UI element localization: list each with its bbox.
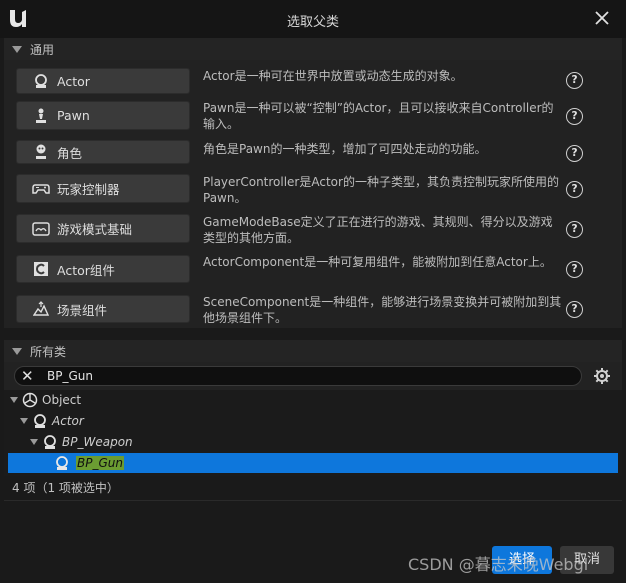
- tree-item-label: Actor: [52, 414, 84, 428]
- actor-icon: [34, 414, 46, 428]
- tree-item-bp-gun[interactable]: BP_Gun: [8, 453, 618, 473]
- footer-divider: [4, 500, 622, 501]
- pawn-class-button[interactable]: Pawn: [16, 101, 190, 130]
- tree-item-label: BP_Gun: [76, 456, 124, 470]
- help-icon[interactable]: ?: [566, 108, 583, 125]
- actor-description: Actor是一种可在世界中放置或动态生成的对象。: [203, 69, 463, 83]
- close-icon[interactable]: [594, 10, 610, 26]
- help-icon[interactable]: ?: [566, 145, 583, 162]
- actor-class-label: Actor: [57, 73, 90, 89]
- common-section-title: 通用: [30, 42, 55, 57]
- expand-arrow-icon[interactable]: [20, 418, 28, 424]
- pawn-description: Pawn是一种可以被“控制”的Actor，且可以接收来自Controller的输…: [203, 101, 554, 131]
- pawn-class-label: Pawn: [57, 108, 90, 123]
- game-mode-base-class-button[interactable]: 游戏模式基础: [16, 214, 190, 243]
- help-icon[interactable]: ?: [566, 181, 583, 198]
- tree-item-label: Object: [42, 393, 82, 407]
- scene-component-class-label: 场景组件: [57, 302, 108, 318]
- actor-component-class-button[interactable]: Actor组件: [16, 255, 190, 283]
- player-controller-description: PlayerController是Actor的一种子类型，其负责控制玩家所使用的…: [203, 175, 559, 205]
- actor-icon: [31, 73, 51, 89]
- character-class-label: 角色: [57, 145, 83, 161]
- object-icon: [22, 392, 38, 408]
- scene-component-icon: [31, 301, 51, 317]
- character-icon: [31, 144, 51, 160]
- watermark-text: CSDN @暮志未晚Webgl: [408, 555, 589, 574]
- expand-arrow-icon[interactable]: [30, 439, 38, 445]
- collapse-arrow-icon[interactable]: [12, 45, 22, 53]
- common-classes-panel: Actor Actor是一种可在世界中放置或动态生成的对象。 ? Pawn Pa…: [4, 60, 622, 328]
- settings-gear-icon[interactable]: [593, 367, 611, 385]
- title-bar: 选取父类: [0, 0, 626, 38]
- tree-item-actor[interactable]: Actor: [20, 411, 84, 431]
- status-text: 4 项（1 项被选中）: [12, 481, 119, 495]
- help-icon[interactable]: ?: [566, 261, 583, 278]
- character-class-button[interactable]: 角色: [16, 140, 190, 164]
- search-row: ✕: [4, 362, 622, 390]
- actor-component-icon: [31, 261, 51, 277]
- dialog-title: 选取父类: [286, 15, 339, 30]
- class-search-box[interactable]: ✕: [14, 366, 582, 386]
- actor-icon: [44, 435, 56, 449]
- all-classes-section-title: 所有类: [30, 344, 67, 359]
- class-search-input[interactable]: [47, 368, 547, 384]
- actor-class-button[interactable]: Actor: [16, 68, 190, 94]
- game-mode-base-class-label: 游戏模式基础: [57, 222, 133, 237]
- help-icon[interactable]: ?: [566, 221, 583, 238]
- class-tree: Object Actor BP_Weapon BP_Gun: [4, 390, 622, 476]
- help-icon[interactable]: ?: [566, 301, 583, 318]
- tree-item-bp-weapon[interactable]: BP_Weapon: [30, 432, 133, 452]
- all-classes-section-header[interactable]: 所有类: [4, 340, 622, 362]
- actor-icon: [56, 456, 68, 470]
- common-section-header[interactable]: 通用: [4, 38, 622, 60]
- scene-component-description: SceneComponent是一种组件，能够进行场景变换并可被附加到其他场景组件…: [203, 295, 562, 325]
- actor-component-description: ActorComponent是一种可复用组件，能被附加到任意Actor上。: [203, 255, 552, 269]
- gamepad-icon: [31, 183, 51, 195]
- character-description: 角色是Pawn的一种类型，增加了可四处走动的功能。: [203, 142, 487, 156]
- scene-component-class-button[interactable]: 场景组件: [16, 295, 190, 323]
- tree-item-object[interactable]: Object: [10, 390, 81, 410]
- tree-item-label: BP_Weapon: [62, 435, 133, 449]
- player-controller-class-label: 玩家控制器: [57, 182, 120, 197]
- expand-arrow-icon[interactable]: [10, 397, 18, 403]
- pawn-icon: [31, 108, 51, 124]
- help-icon[interactable]: ?: [566, 72, 583, 89]
- game-mode-icon: [31, 221, 51, 236]
- game-mode-base-description: GameModeBase定义了正在进行的游戏、其规则、得分以及游戏类型的其他方面…: [203, 215, 553, 245]
- player-controller-class-button[interactable]: 玩家控制器: [16, 174, 190, 203]
- actor-component-class-label: Actor组件: [57, 262, 115, 278]
- clear-search-icon[interactable]: ✕: [21, 369, 34, 384]
- collapse-arrow-icon[interactable]: [12, 347, 22, 355]
